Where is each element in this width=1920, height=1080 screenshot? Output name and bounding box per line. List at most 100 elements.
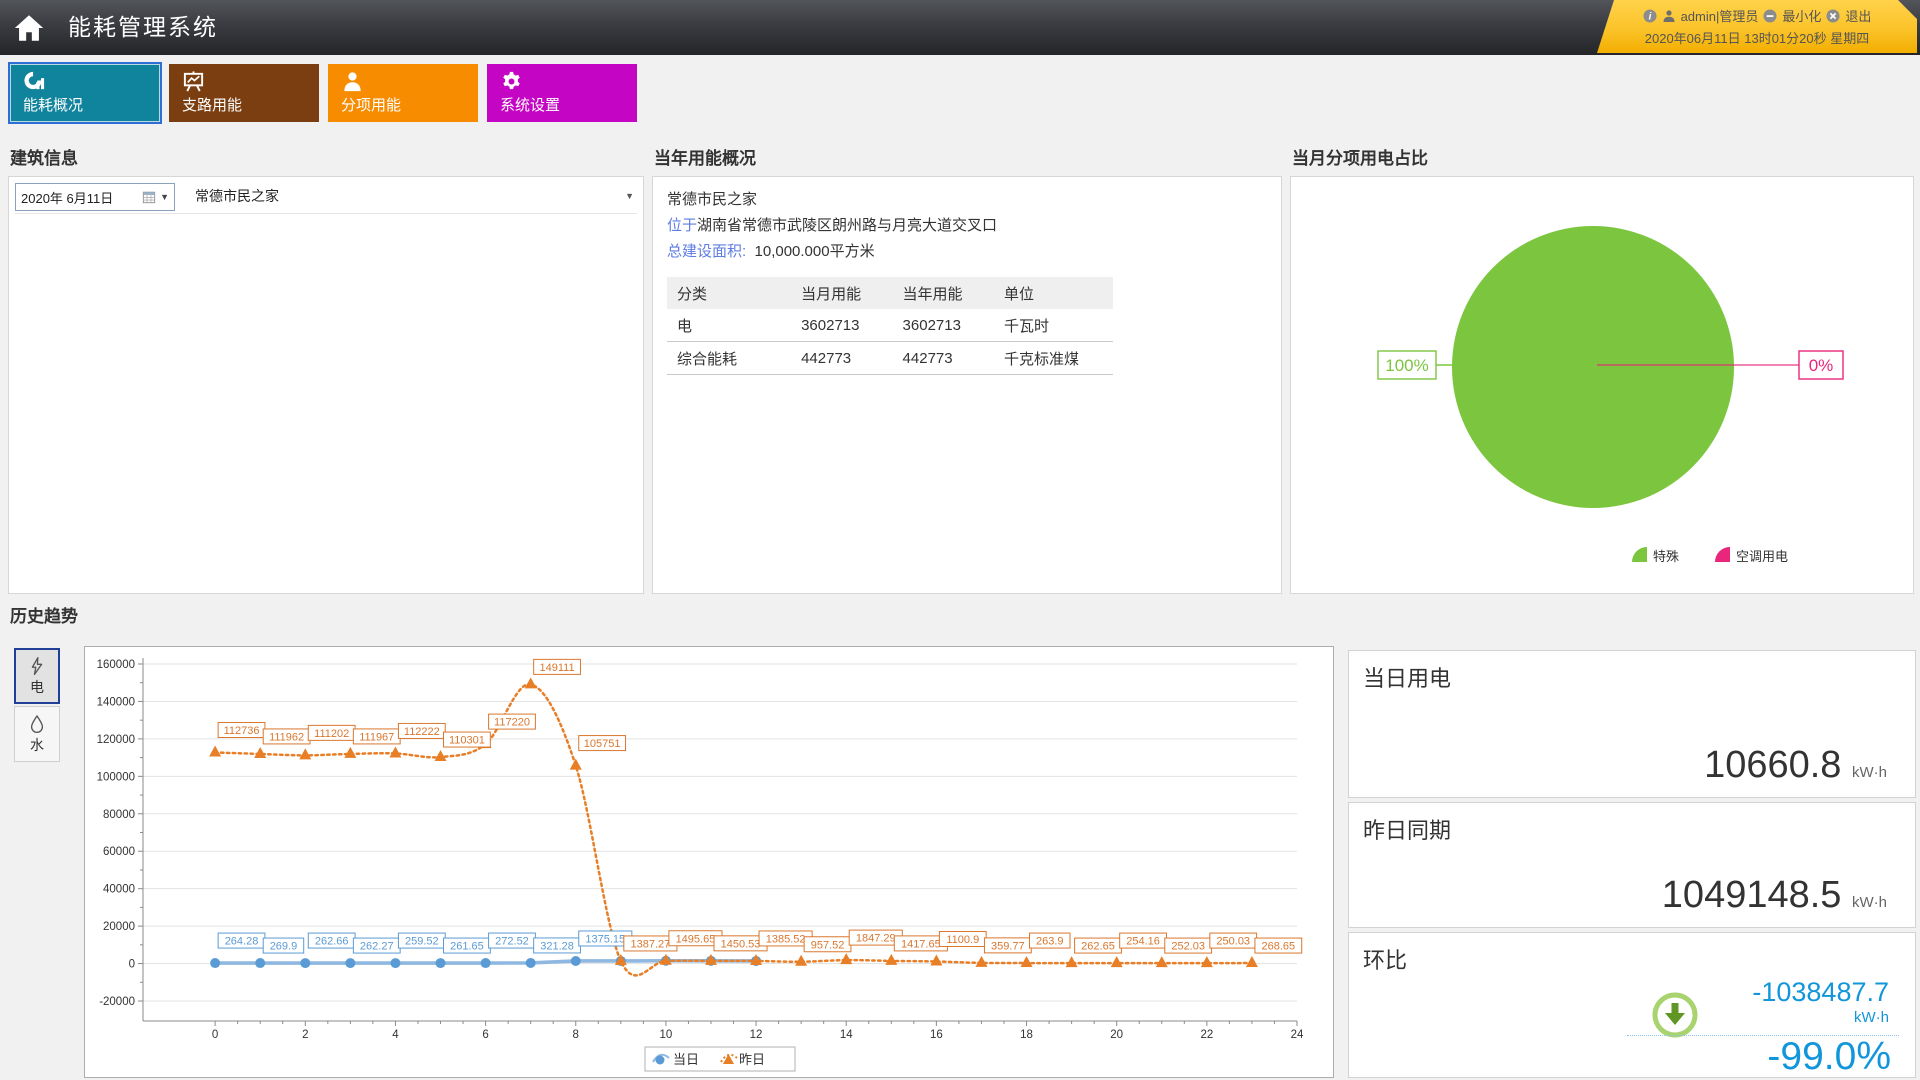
location-prefix[interactable]: 位于 — [667, 217, 697, 234]
user-icon — [1662, 9, 1676, 23]
logout-label[interactable]: 退出 — [1845, 6, 1871, 25]
table-row: 电36027133602713千瓦时 — [667, 309, 1113, 342]
svg-text:16: 16 — [930, 1029, 943, 1041]
annual-panel-body: 常德市民之家 位于湖南省常德市武陵区朗州路与月亮大道交叉口 总建设面积: 10,… — [652, 176, 1282, 594]
water-drop-icon — [27, 713, 47, 735]
home-icon[interactable] — [12, 11, 46, 45]
pie-chart: 100% 0% 特殊 空调用电 — [1291, 177, 1913, 593]
building-info-panel: 建筑信息 2020年 6月11日 ▼ 常德市民之家 ▼ — [8, 142, 644, 594]
pie-callout-value-left: 100% — [1385, 356, 1428, 375]
svg-text:10: 10 — [660, 1029, 673, 1041]
info-icon[interactable]: i — [1643, 9, 1657, 23]
point-label: 117220 — [494, 717, 530, 729]
legend-today: 当日 — [673, 1052, 699, 1067]
building-location: 位于湖南省常德市武陵区朗州路与月亮大道交叉口 — [667, 213, 1281, 239]
point-label: 112736 — [224, 725, 260, 737]
history-chart-box: 160000 140000 120000 100000 80000 60000 40000 2… — [84, 646, 1334, 1078]
point-label: 1375.15 — [585, 933, 625, 945]
building-select-value: 常德市民之家 — [195, 186, 279, 206]
point-label: 957.52 — [811, 939, 845, 951]
date-picker[interactable]: 2020年 6月11日 ▼ — [15, 183, 175, 211]
svg-text:0: 0 — [129, 959, 135, 971]
minimize-label[interactable]: 最小化 — [1782, 6, 1821, 25]
building-select[interactable]: 常德市民之家 ▼ — [195, 183, 637, 209]
area-label[interactable]: 总建设面积: — [667, 243, 746, 260]
nav-label: 分项用能 — [341, 94, 401, 115]
col-header: 分类 — [667, 277, 791, 309]
svg-text:60000: 60000 — [103, 846, 135, 858]
history-trend-chart: 160000 140000 120000 100000 80000 60000 40000 2… — [85, 647, 1331, 1075]
nav-label: 系统设置 — [500, 94, 560, 115]
stat-yesterday-usage: 昨日同期 1049148.5 kW·h — [1348, 802, 1916, 928]
point-label: 250.03 — [1216, 936, 1250, 948]
minimize-icon[interactable] — [1763, 9, 1777, 23]
stat-value: 1049148.5 kW·h — [1662, 874, 1887, 917]
nav-branch-energy[interactable]: 支路用能 — [169, 64, 319, 122]
today-labels: 264.28269.9262.66262.27259.52261.65272.5… — [218, 931, 632, 953]
point-label: 254.16 — [1126, 936, 1160, 948]
building-panel-title: 建筑信息 — [8, 142, 644, 176]
svg-text:80000: 80000 — [103, 809, 135, 821]
pie-slice-special[interactable] — [1452, 226, 1734, 508]
nav-subentry-energy[interactable]: 分项用能 — [328, 64, 478, 122]
svg-text:6: 6 — [482, 1029, 488, 1041]
point-label: 262.27 — [360, 941, 394, 953]
lightning-icon — [27, 655, 47, 677]
app-title: 能耗管理系统 — [68, 0, 218, 55]
tab-electricity[interactable]: 电 — [14, 648, 60, 704]
history-title: 历史趋势 — [8, 600, 310, 634]
ribbon-session-row: i admin|管理员 最小化 退出 — [1597, 6, 1917, 25]
date-caret-icon[interactable]: ▼ — [160, 192, 169, 202]
user-label[interactable]: admin|管理员 — [1681, 6, 1759, 25]
calendar-icon — [142, 190, 156, 204]
point-label: 252.03 — [1171, 941, 1205, 953]
nav-system-settings[interactable]: 系统设置 — [487, 64, 637, 122]
ring-ratio-unit: kW·h — [1854, 1009, 1889, 1026]
tab-water[interactable]: 水 — [14, 706, 60, 762]
stat-title: 环比 — [1363, 943, 1407, 975]
svg-text:120000: 120000 — [97, 734, 135, 746]
nav-row: 能耗概况 支路用能 分项用能 系统设置 — [10, 64, 637, 122]
stat-title: 昨日同期 — [1363, 813, 1451, 845]
svg-text:140000: 140000 — [97, 696, 135, 708]
table-row: 综合能耗442773442773千克标准煤 — [667, 342, 1113, 375]
legend-swatch-ac[interactable] — [1715, 547, 1730, 562]
annual-energy-table: 分类当月用能当年用能单位 电36027133602713千瓦时综合能耗44277… — [667, 277, 1113, 375]
svg-text:160000: 160000 — [97, 659, 135, 671]
energy-overview-icon — [23, 70, 46, 96]
svg-text:-20000: -20000 — [99, 996, 135, 1008]
building-caret-icon[interactable]: ▼ — [625, 191, 637, 201]
building-panel-body: 2020年 6月11日 ▼ 常德市民之家 ▼ — [8, 176, 644, 594]
point-label: 105751 — [584, 738, 621, 750]
svg-text:100000: 100000 — [97, 771, 135, 783]
building-name: 常德市民之家 — [667, 187, 1281, 213]
point-label: 149111 — [540, 662, 575, 674]
nav-energy-overview[interactable]: 能耗概况 — [10, 64, 160, 122]
down-arrow-icon — [1651, 991, 1699, 1039]
app-root: 能耗管理系统 i admin|管理员 最小化 退出 2020年06月11日 13… — [0, 0, 1920, 1080]
point-label: 321.28 — [540, 940, 574, 952]
legend-swatch-special[interactable] — [1632, 547, 1647, 562]
point-label: 112222 — [404, 726, 440, 738]
point-label: 259.52 — [405, 936, 439, 948]
nav-label: 支路用能 — [182, 94, 242, 115]
pie-panel-title: 当月分项用电占比 — [1290, 142, 1914, 176]
ribbon-datetime: 2020年06月11日 13时01分20秒 星期四 — [1597, 28, 1917, 47]
system-settings-icon — [500, 70, 523, 96]
point-label: 262.66 — [315, 936, 349, 948]
svg-text:20000: 20000 — [103, 921, 135, 933]
user-ribbon: i admin|管理员 最小化 退出 2020年06月11日 13时01分20秒… — [1597, 0, 1917, 53]
legend-label-special: 特殊 — [1653, 549, 1679, 564]
stat-today-usage: 当日用电 10660.8 kW·h — [1348, 650, 1916, 798]
svg-text:40000: 40000 — [103, 884, 135, 896]
gridlines: 160000 140000 120000 100000 80000 60000 40000 2… — [97, 658, 1304, 1041]
point-label: 1495.65 — [676, 933, 716, 945]
date-value: 2020年 6月11日 — [21, 188, 138, 207]
subentry-energy-icon — [341, 70, 364, 96]
series-yesterday-markers — [209, 677, 1258, 967]
pie-callout-value-right: 0% — [1809, 356, 1834, 375]
legend-label-ac: 空调用电 — [1736, 549, 1788, 564]
nav-label: 能耗概况 — [23, 94, 83, 115]
point-label: 359.77 — [991, 940, 1025, 952]
logout-icon[interactable] — [1826, 9, 1840, 23]
